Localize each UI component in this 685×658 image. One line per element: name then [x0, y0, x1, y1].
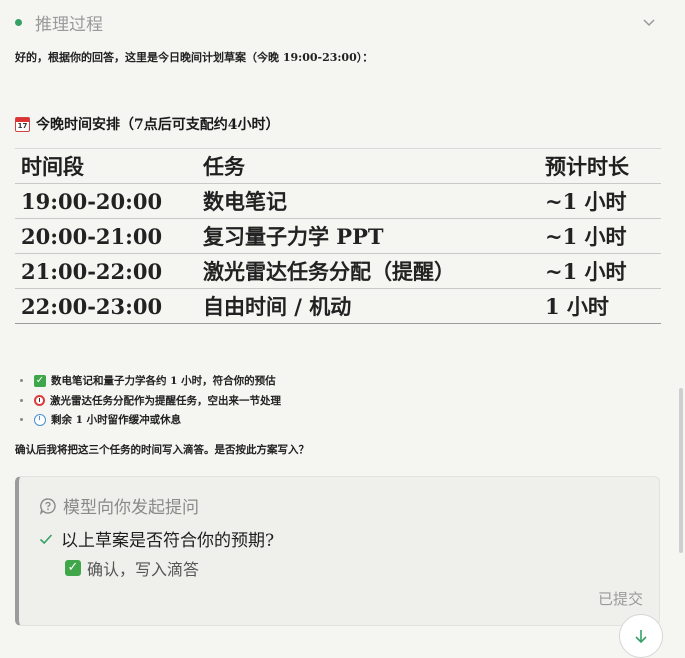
bullet-icon [20, 418, 23, 422]
chevron-down-icon[interactable] [641, 14, 657, 30]
cell-time: 21:00-22:00 [15, 253, 197, 289]
calendar-icon: 17 [15, 116, 30, 132]
note-text: 激光雷达任务分配作为提醒任务，空出来一节处理 [50, 394, 281, 407]
schedule-heading-text: 今晚时间安排（7点后可支配约4小时） [36, 117, 280, 133]
prompt-card: 模型向你发起提问 以上草案是否符合你的预期? ✓ 确认，写入滴答 已提交 [15, 476, 660, 626]
cell-duration: ~1 小时 [539, 183, 661, 219]
list-item: ✓ 数电笔记和量子力学各约 1 小时，符合你的预估 [20, 371, 281, 391]
column-header-time: 时间段 [15, 148, 197, 184]
cell-task: 复习量子力学 PPT [197, 218, 539, 254]
reasoning-toggle[interactable]: 推理过程 [13, 10, 663, 35]
reasoning-title: 推理过程 [35, 14, 103, 35]
check-mark-emoji-icon: ✓ [34, 374, 46, 387]
card-header-text: 模型向你发起提问 [63, 498, 199, 518]
table-row: 19:00-20:00 数电笔记 ~1 小时 [15, 183, 661, 219]
alarm-clock-icon [34, 394, 45, 406]
question-text: 以上草案是否符合你的预期? [61, 531, 275, 551]
scroll-to-bottom-button[interactable] [619, 614, 663, 658]
answer-text: 确认，写入滴答 [87, 560, 200, 579]
notes-list: ✓ 数电笔记和量子力学各约 1 小时，符合你的预估 激光雷达任务分配作为提醒任务… [20, 371, 281, 430]
bullet-icon [20, 398, 23, 402]
intro-text: 好的，根据你的回答，这里是今日晚间计划草案（今晚 19:00-23:00）： [15, 51, 374, 64]
list-item: 剩余 1 小时留作缓冲或休息 [20, 410, 281, 430]
list-item: 激光雷达任务分配作为提醒任务，空出来一节处理 [20, 391, 281, 411]
question-row: 以上草案是否符合你的预期? [39, 526, 274, 551]
schedule-heading: 17 今晚时间安排（7点后可支配约4小时） [15, 114, 279, 134]
submitted-status: 已提交 [597, 590, 643, 608]
cell-duration: 1 小时 [539, 288, 661, 324]
cell-time: 20:00-21:00 [15, 218, 197, 254]
cell-time: 22:00-23:00 [15, 288, 197, 324]
clock-icon [34, 413, 46, 426]
cell-task: 自由时间 / 机动 [197, 288, 539, 324]
cell-time: 19:00-20:00 [15, 183, 197, 219]
note-text: 数电笔记和量子力学各约 1 小时，符合你的预估 [51, 375, 276, 388]
cell-task: 激光雷达任务分配（提醒） [197, 253, 539, 289]
note-text: 剩余 1 小时留作缓冲或休息 [51, 414, 182, 427]
cell-duration: ~1 小时 [539, 253, 661, 289]
question-bubble-icon [39, 497, 56, 515]
column-header-task: 任务 [197, 148, 539, 184]
table-header-row: 时间段 任务 预计时长 [15, 148, 661, 184]
card-header: 模型向你发起提问 [39, 493, 199, 518]
status-dot-icon [15, 18, 22, 26]
confirm-question: 确认后我将把这三个任务的时间写入滴答。是否按此方案写入？ [15, 444, 309, 456]
schedule-table: 时间段 任务 预计时长 19:00-20:00 数电笔记 ~1 小时 20:00… [15, 148, 661, 324]
bullet-icon [20, 379, 23, 383]
table-row: 20:00-21:00 复习量子力学 PPT ~1 小时 [15, 218, 661, 254]
checkmark-icon [39, 533, 53, 544]
cell-task: 数电笔记 [197, 183, 539, 219]
cell-duration: ~1 小时 [539, 218, 661, 254]
answer-row: ✓ 确认，写入滴答 [65, 556, 199, 580]
table-row: 22:00-23:00 自由时间 / 机动 1 小时 [15, 288, 661, 324]
scrollbar-thumb[interactable] [679, 388, 683, 553]
arrow-down-icon [635, 630, 647, 644]
check-mark-emoji-icon: ✓ [65, 560, 81, 576]
column-header-duration: 预计时长 [539, 148, 661, 184]
table-row: 21:00-22:00 激光雷达任务分配（提醒） ~1 小时 [15, 253, 661, 289]
